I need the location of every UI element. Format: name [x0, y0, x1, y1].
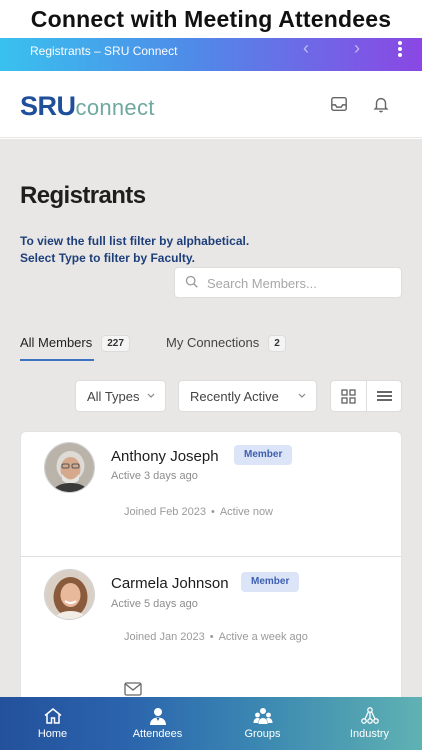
- list-icon: [377, 391, 392, 401]
- member-status: Active a week ago: [218, 631, 308, 643]
- type-filter-value: All Types: [87, 389, 140, 404]
- nav-home-label: Home: [37, 728, 68, 740]
- tab-all-members-label: All Members: [20, 335, 93, 350]
- list-item[interactable]: Anthony Joseph Member Active 3 days ago …: [21, 432, 401, 556]
- nav-industry[interactable]: Industry: [317, 697, 422, 750]
- member-status: Active now: [219, 506, 274, 518]
- members-list: Anthony Joseph Member Active 3 days ago …: [20, 431, 402, 697]
- chevron-down-icon: [147, 393, 155, 398]
- app-header: SRUconnect: [0, 71, 422, 138]
- sru-connect-logo[interactable]: SRUconnect: [20, 91, 155, 122]
- search-box[interactable]: [174, 267, 402, 298]
- back-icon[interactable]: ‹: [303, 38, 309, 58]
- home-icon: [44, 708, 62, 724]
- tab-all-members-count: 227: [101, 335, 130, 352]
- search-icon: [185, 275, 198, 288]
- member-meta: Joined Jan 2023 • Active a week ago: [124, 631, 308, 643]
- grid-view-button[interactable]: [331, 381, 366, 411]
- sort-filter-select[interactable]: Recently Active: [178, 380, 317, 412]
- member-joined: Joined Jan 2023: [124, 631, 205, 643]
- promo-banner-title: Connect with Meeting Attendees: [0, 0, 422, 38]
- forward-icon[interactable]: ›: [354, 38, 360, 58]
- search-input[interactable]: [207, 274, 397, 292]
- filter-instructions: To view the full list filter by alphabet…: [20, 234, 250, 265]
- list-view-button[interactable]: [367, 381, 402, 411]
- nav-groups[interactable]: Groups: [210, 697, 315, 750]
- avatar[interactable]: [44, 569, 95, 620]
- nav-groups-label: Groups: [244, 728, 281, 740]
- list-item[interactable]: Carmela Johnson Member Active 5 days ago…: [21, 556, 401, 680]
- member-joined: Joined Feb 2023: [124, 506, 206, 518]
- member-type-badge: Member: [234, 445, 293, 465]
- browser-toolbar: Registrants – SRU Connect ‹ ›: [0, 38, 422, 71]
- member-name[interactable]: Anthony Joseph: [111, 448, 219, 465]
- member-last-active: Active 3 days ago: [111, 470, 198, 482]
- tab-my-connections-label: My Connections: [166, 335, 260, 350]
- member-last-active: Active 5 days ago: [111, 598, 198, 610]
- attendee-icon: [150, 708, 166, 725]
- nav-industry-label: Industry: [349, 728, 390, 740]
- member-tabs: All Members 227 My Connections 2: [20, 335, 402, 365]
- avatar[interactable]: [44, 442, 95, 493]
- member-name[interactable]: Carmela Johnson: [111, 575, 229, 592]
- grid-icon: [341, 389, 356, 404]
- inbox-icon[interactable]: [330, 95, 348, 113]
- more-menu-icon[interactable]: [396, 40, 404, 58]
- main-content: Registrants To view the full list filter…: [0, 139, 422, 697]
- notification-bell-icon[interactable]: [372, 95, 390, 113]
- tab-all-members[interactable]: All Members 227: [20, 335, 130, 365]
- member-meta: Joined Feb 2023 • Active now: [124, 506, 274, 518]
- nav-attendees[interactable]: Attendees: [105, 697, 210, 750]
- browser-tab-title: Registrants – SRU Connect: [30, 44, 178, 58]
- member-type-badge: Member: [241, 572, 300, 592]
- tab-my-connections-count: 2: [268, 335, 286, 352]
- active-tab-indicator: [20, 359, 94, 361]
- nav-attendees-label: Attendees: [132, 728, 183, 740]
- sort-filter-value: Recently Active: [190, 389, 279, 404]
- message-icon[interactable]: [124, 682, 142, 696]
- bottom-navigation: Home Attendees Groups Industry: [0, 697, 422, 750]
- view-toggle: [330, 380, 402, 412]
- page-title: Registrants: [20, 182, 146, 209]
- tab-my-connections[interactable]: My Connections 2: [166, 335, 286, 365]
- nav-home[interactable]: Home: [0, 697, 105, 750]
- chevron-down-icon: [298, 393, 306, 398]
- type-filter-select[interactable]: All Types: [75, 380, 166, 412]
- industry-icon: [361, 707, 379, 724]
- groups-icon: [253, 708, 273, 724]
